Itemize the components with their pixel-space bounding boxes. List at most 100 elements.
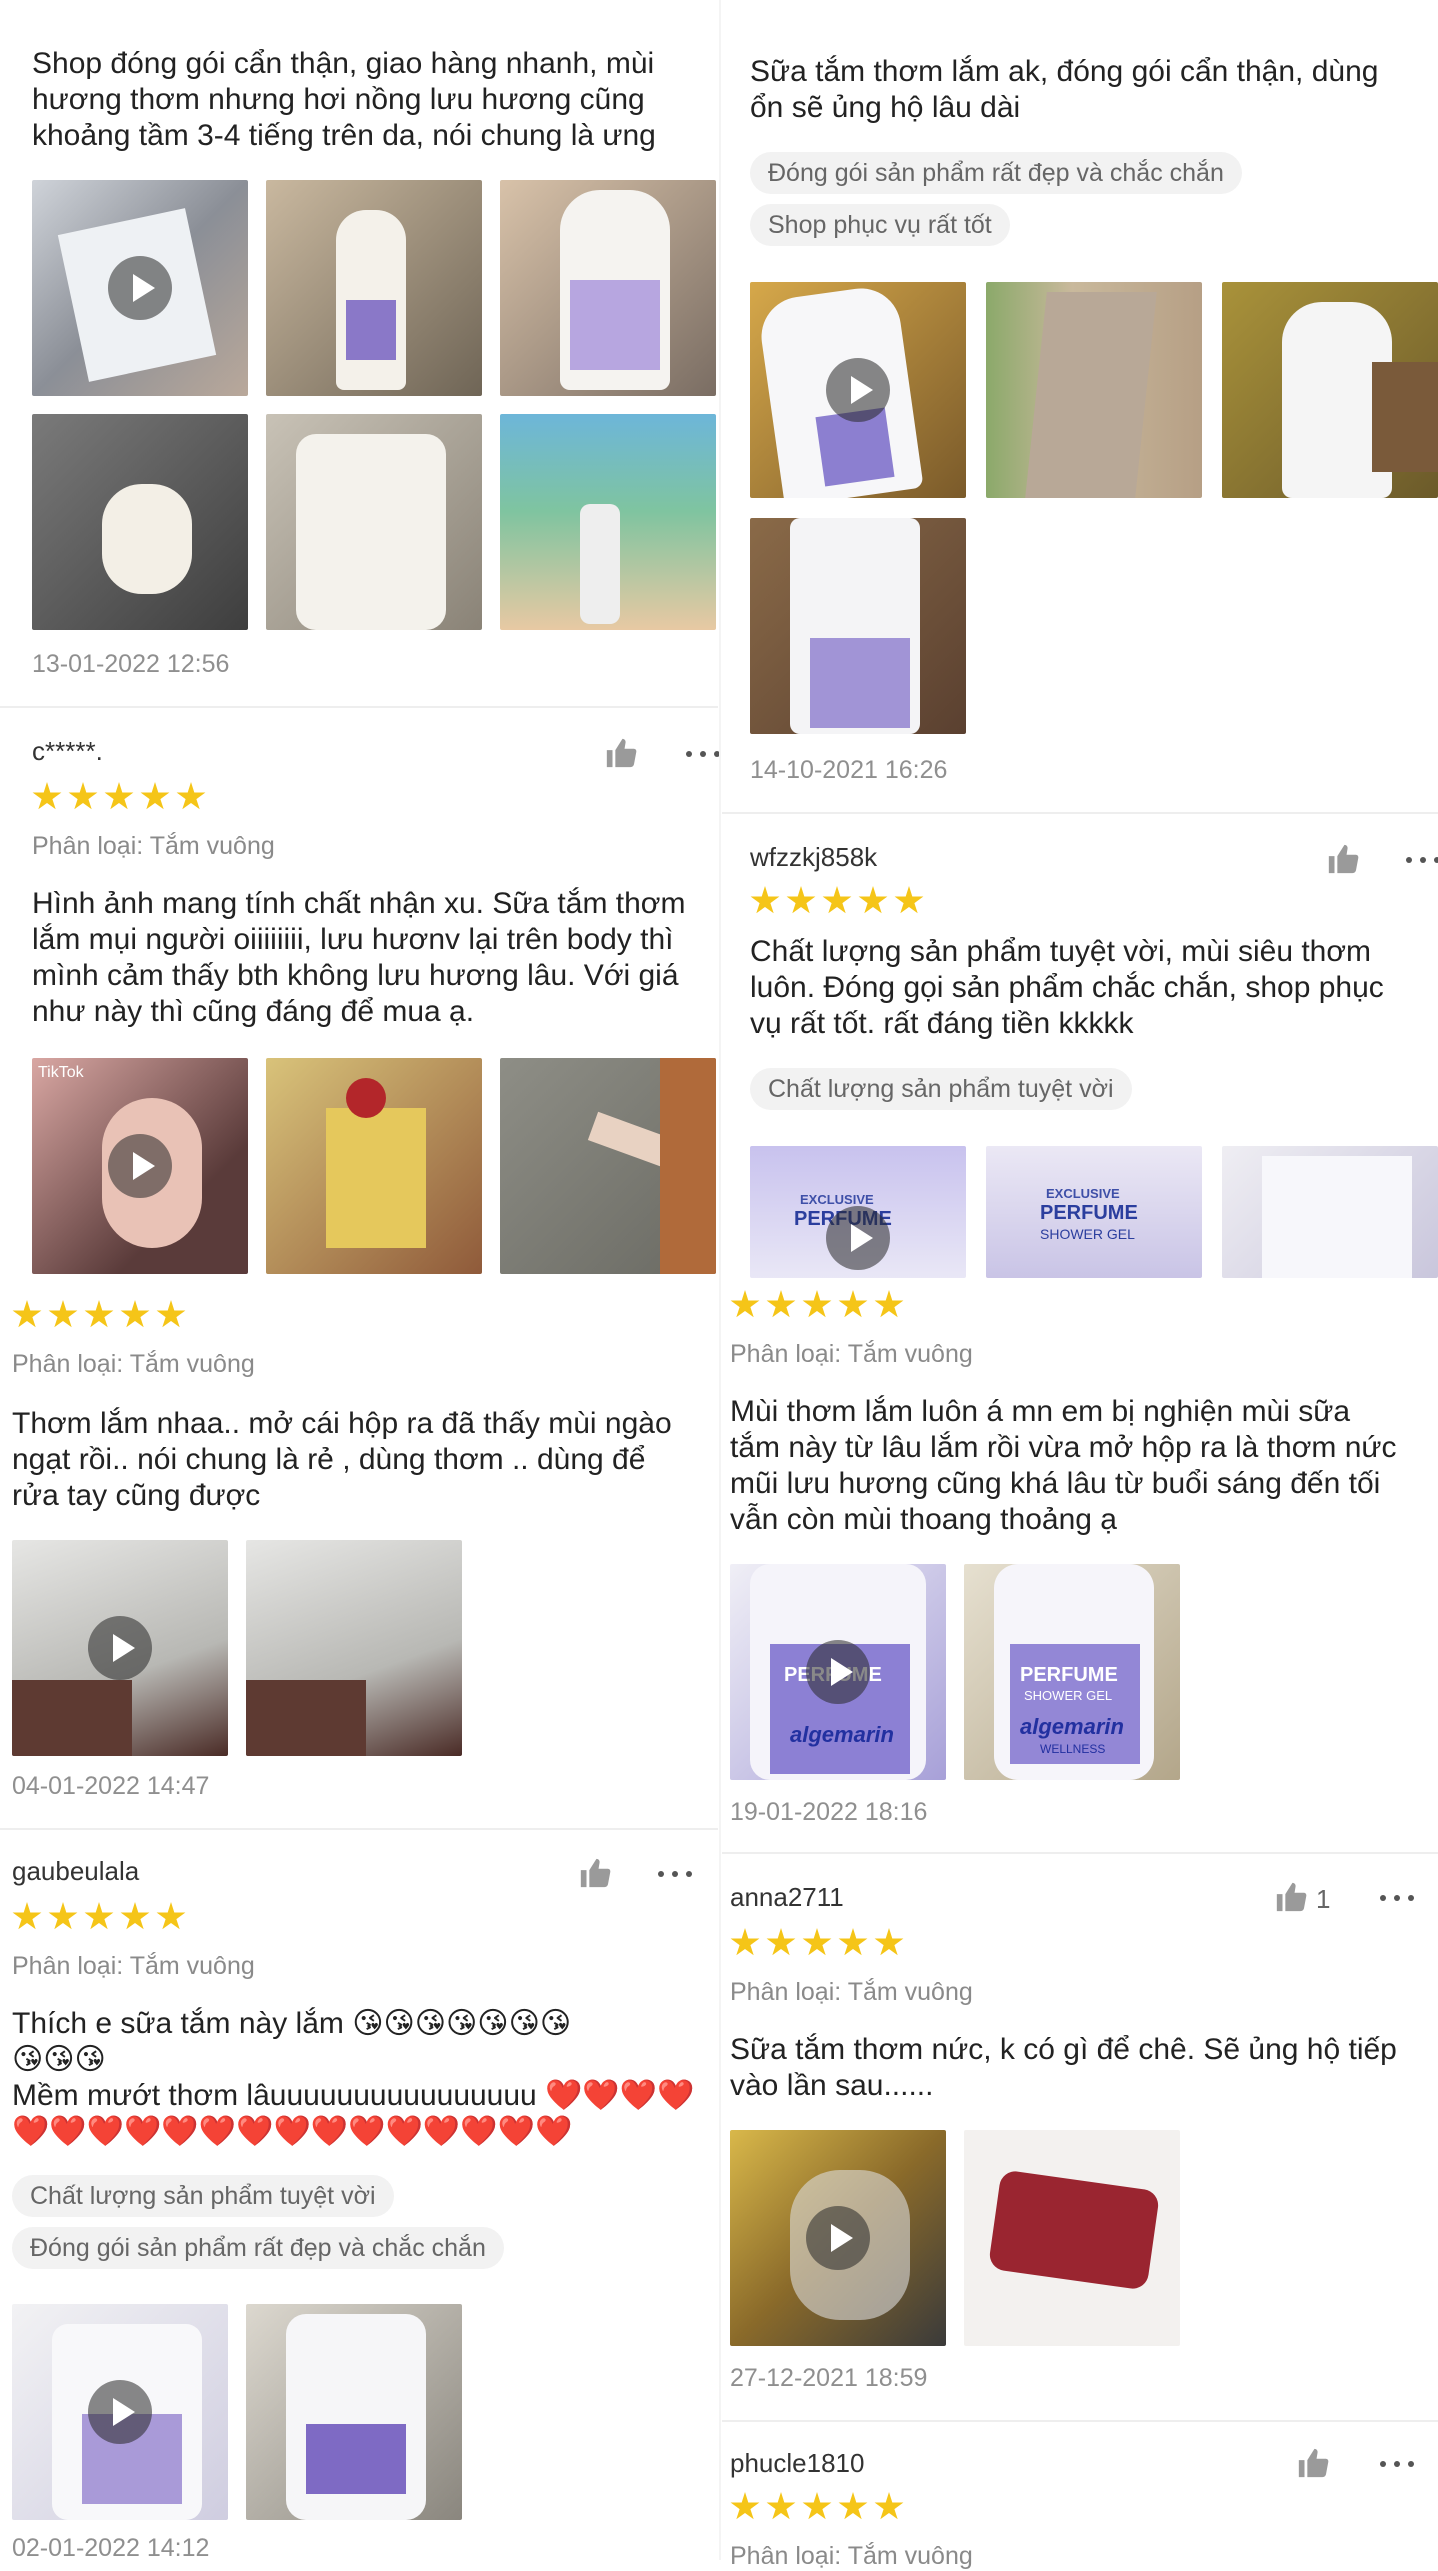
review-photo[interactable] [964, 2130, 1180, 2346]
star-icon [48, 1902, 78, 1930]
bottle-label: PERFUME [1020, 1664, 1118, 1686]
review-text: Thích e sữa tắm này lắm 😘😘😘😘😘😘😘 😘😘😘 Mềm … [12, 2007, 695, 2148]
star-icon [104, 782, 134, 810]
play-icon [88, 1616, 152, 1680]
thumb-up-icon[interactable] [1296, 2446, 1330, 2480]
rating-stars [12, 1300, 186, 1330]
tiktok-label: TikTok [38, 1064, 84, 1081]
thumb-up-icon[interactable] [1274, 1880, 1308, 1914]
review-photo[interactable] [246, 1540, 462, 1756]
review-date: 14-10-2021 16:26 [750, 756, 948, 784]
review-video-thumbnail[interactable] [730, 2130, 946, 2346]
star-icon [176, 782, 206, 810]
review-photo[interactable] [32, 414, 248, 630]
reviewer-name: gaubeulala [12, 1856, 140, 1886]
star-icon [12, 1300, 42, 1328]
star-icon [120, 1902, 150, 1930]
review-photo[interactable]: EXCLUSIVE PERFUME SHOWER GEL [986, 1146, 1202, 1278]
review-date: 19-01-2022 18:16 [730, 1798, 928, 1826]
review-tag: Đóng gói sản phẩm rất đẹp và chắc chắn [12, 2227, 504, 2269]
like-count: 1 [1316, 1884, 1331, 1914]
review-tag: Shop phục vụ rất tốt [750, 204, 1010, 246]
star-icon [140, 782, 170, 810]
review-tag: Chất lượng sản phẩm tuyệt vời [12, 2175, 394, 2217]
review-text: Sữa tắm thơm nức, k có gì để chê. Sẽ ủng… [730, 2033, 1397, 2102]
review-video-thumbnail[interactable]: PERFUME algemarin [730, 1564, 946, 1780]
bottle-label: algemarin [1020, 1714, 1124, 1739]
more-dots-icon[interactable] [1378, 1880, 1418, 1914]
star-icon [766, 1290, 796, 1318]
review-variant: Phân loại: Tắm vuông [730, 1340, 973, 1368]
review-photo[interactable] [266, 180, 482, 396]
review-text: Shop đóng gói cẩn thận, giao hàng nhanh,… [32, 47, 656, 152]
bottle-label: PERFUME [1040, 1202, 1138, 1224]
column-separator [719, 0, 721, 2560]
divider [722, 2420, 1438, 2422]
reviewer-name: anna2711 [730, 1882, 844, 1912]
review-variant: Phân loại: Tắm vuông [32, 832, 275, 860]
review-date: 13-01-2022 12:56 [32, 650, 230, 678]
bottle-label: WELLNESS [1040, 1742, 1106, 1756]
star-icon [838, 1928, 868, 1956]
more-dots-icon[interactable] [1404, 842, 1438, 876]
star-icon [156, 1300, 186, 1328]
star-icon [68, 782, 98, 810]
star-icon [822, 886, 852, 914]
rating-stars [12, 1902, 186, 1932]
rating-stars [730, 2492, 904, 2522]
review-variant: Phân loại: Tắm vuông [12, 1350, 255, 1378]
review-photo[interactable] [986, 282, 1202, 498]
review-photo[interactable] [266, 1058, 482, 1274]
review-variant: Phân loại: Tắm vuông [12, 1952, 255, 1980]
reviewer-name: wfzzkj858k [750, 842, 878, 872]
divider [722, 1852, 1438, 1854]
review-photo[interactable] [750, 518, 966, 734]
review-photo[interactable] [500, 414, 716, 630]
thumb-up-icon[interactable] [578, 1856, 612, 1890]
review-text: Mùi thơm lắm luôn á mn em bị nghiện mùi … [730, 1395, 1397, 1536]
star-icon [12, 1902, 42, 1930]
thumb-up-icon[interactable] [604, 736, 638, 770]
star-icon [48, 1300, 78, 1328]
review-photo[interactable] [500, 1058, 716, 1274]
review-photo[interactable] [1222, 282, 1438, 498]
star-icon [156, 1902, 186, 1930]
star-icon [874, 1290, 904, 1318]
more-dots-icon[interactable] [684, 736, 724, 770]
divider [0, 706, 718, 708]
bottle-label: EXCLUSIVE [800, 1192, 874, 1207]
review-video-thumbnail[interactable] [12, 2304, 228, 2520]
review-video-thumbnail[interactable] [32, 180, 248, 396]
review-photo[interactable] [500, 180, 716, 396]
more-dots-icon[interactable] [1378, 2446, 1418, 2480]
review-photo[interactable] [1222, 1146, 1438, 1278]
star-icon [838, 1290, 868, 1318]
star-icon [874, 1928, 904, 1956]
divider [0, 1828, 718, 1830]
play-icon [806, 1640, 870, 1704]
rating-stars [730, 1928, 904, 1958]
play-icon [108, 256, 172, 320]
more-dots-icon[interactable] [656, 1856, 696, 1890]
review-text: Chất lượng sản phẩm tuyệt vời, mùi siêu … [750, 935, 1384, 1040]
review-video-thumbnail[interactable]: EXCLUSIVE PERFUME [750, 1146, 966, 1278]
star-icon [120, 1300, 150, 1328]
thumb-up-icon[interactable] [1326, 842, 1360, 876]
bottle-label: SHOWER GEL [1040, 1226, 1135, 1242]
review-video-thumbnail[interactable]: TikTok [32, 1058, 248, 1274]
rating-stars [32, 782, 206, 812]
review-video-thumbnail[interactable] [12, 1540, 228, 1756]
review-photo[interactable] [246, 2304, 462, 2520]
review-photo[interactable]: PERFUME SHOWER GEL algemarin WELLNESS [964, 1564, 1180, 1780]
star-icon [84, 1300, 114, 1328]
bottle-label: algemarin [790, 1722, 894, 1747]
review-photo[interactable] [266, 414, 482, 630]
star-icon [858, 886, 888, 914]
review-tag: Chất lượng sản phẩm tuyệt vời [750, 1068, 1132, 1110]
rating-stars [750, 886, 924, 916]
play-icon [826, 358, 890, 422]
star-icon [766, 1928, 796, 1956]
star-icon [84, 1902, 114, 1930]
review-video-thumbnail[interactable] [750, 282, 966, 498]
star-icon [730, 1290, 760, 1318]
